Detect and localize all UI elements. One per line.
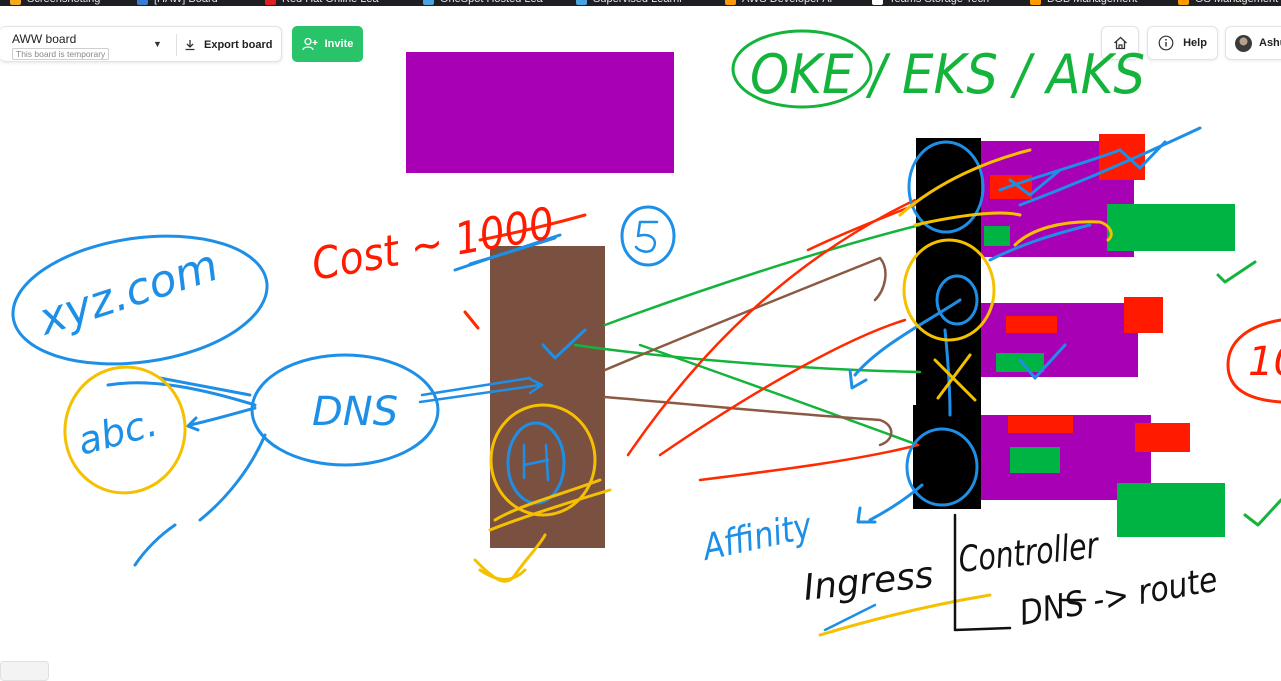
red-line-4 xyxy=(806,203,917,252)
green-pod-1[interactable] xyxy=(1107,204,1235,251)
red-pod-5[interactable] xyxy=(1008,416,1073,433)
red-pod-3[interactable] xyxy=(1124,297,1163,333)
ingress-bar-bottom[interactable] xyxy=(913,405,981,509)
blue-scribble-2 xyxy=(186,406,257,432)
red-line-2 xyxy=(658,318,907,457)
green-pod-4[interactable] xyxy=(1010,447,1060,473)
blue-scribble-1 xyxy=(106,376,257,407)
domain-handwriting: xyz.com xyxy=(31,240,225,346)
controller-handwriting: Controller xyxy=(957,525,1102,581)
lb-block[interactable] xyxy=(490,246,605,548)
zoom-widget[interactable] xyxy=(0,661,49,681)
red-line-3 xyxy=(698,443,920,482)
dns-handwriting: DNS xyxy=(312,389,398,435)
green-check-1 xyxy=(1216,260,1257,284)
whiteboard-canvas[interactable]: OKE / EKS / AKS Cost ~ 1000 xyz.com DNS … xyxy=(0,0,1281,672)
affinity-handwriting: Affinity xyxy=(698,506,816,569)
green-pod-5[interactable] xyxy=(1117,483,1225,537)
abc-handwriting: abc. xyxy=(73,400,162,463)
blue-scribble-3 xyxy=(133,433,267,567)
green-line-2 xyxy=(573,343,922,374)
blue-line-ingress xyxy=(856,483,924,524)
purple-block-top[interactable] xyxy=(406,52,674,173)
ingress-handwriting: Ingress xyxy=(802,555,936,609)
title-handwriting: OKE / EKS / AKS xyxy=(750,43,1145,106)
brown-line-2 xyxy=(603,395,893,447)
green-check-2 xyxy=(1243,498,1281,527)
green-line-3 xyxy=(638,343,920,447)
five-glyph xyxy=(634,220,659,253)
right-number-handwriting: 100 xyxy=(1248,339,1281,385)
red-pod-4[interactable] xyxy=(1006,316,1057,333)
red-pod-6[interactable] xyxy=(1135,423,1190,452)
green-pod-3[interactable] xyxy=(996,353,1044,372)
green-line-1 xyxy=(603,223,922,327)
green-pod-2[interactable] xyxy=(984,226,1010,246)
red-tick xyxy=(463,310,480,330)
